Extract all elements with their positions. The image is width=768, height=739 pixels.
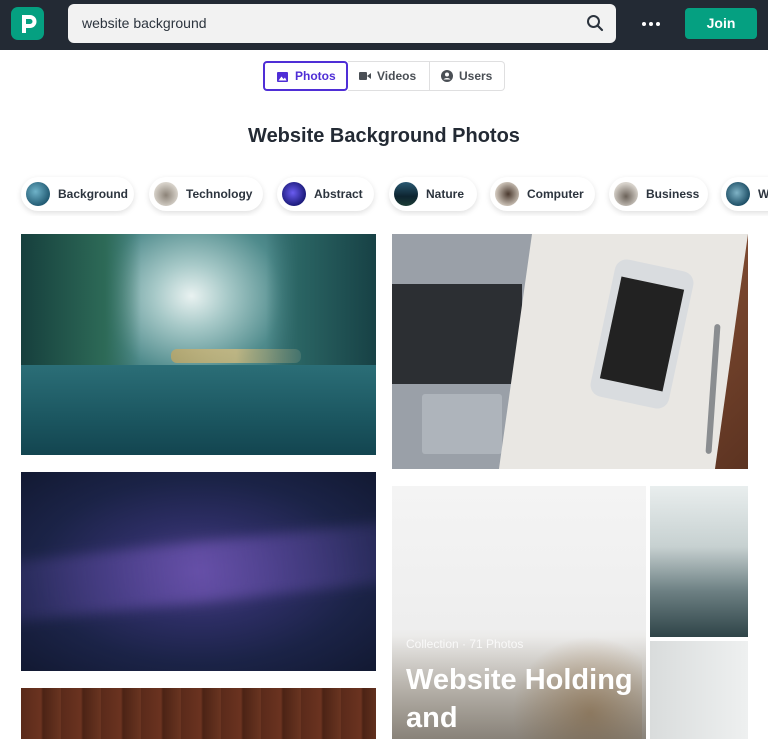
tab-label: Users (459, 69, 493, 83)
category-chip-computer[interactable]: Computer (490, 177, 595, 211)
category-label: Abstract (314, 187, 363, 201)
category-label: Computer (527, 187, 584, 201)
top-navigation-bar: website background Join (0, 0, 768, 50)
search-icon[interactable] (586, 14, 604, 32)
photo-laptop-phone-notebook[interactable] (392, 234, 748, 469)
category-thumbnail (726, 182, 750, 206)
related-categories: Background Technology Abstract Nature Co… (0, 174, 768, 216)
tab-videos[interactable]: Videos (348, 61, 430, 91)
category-chip-business[interactable]: Business (609, 177, 708, 211)
user-icon (441, 70, 453, 82)
category-label: Business (646, 187, 700, 201)
tab-photos[interactable]: Photos (263, 61, 348, 91)
collection-title: Website Holding and (406, 664, 633, 734)
logo[interactable] (11, 7, 44, 40)
tab-users[interactable]: Users (430, 61, 505, 91)
more-options-icon[interactable] (640, 13, 662, 35)
image-icon (277, 72, 288, 82)
category-thumbnail (282, 182, 306, 206)
photo-wood-planks[interactable] (21, 688, 376, 739)
photo-rainy-city-street[interactable] (21, 234, 376, 455)
category-label: W (758, 187, 768, 201)
category-thumbnail (394, 182, 418, 206)
tab-label: Videos (377, 69, 417, 83)
collection-thumbnail-building (650, 641, 748, 739)
category-label: Background (58, 187, 129, 201)
category-label: Technology (186, 187, 253, 201)
category-chip-background[interactable]: Background (21, 177, 134, 211)
collection-thumbnail-misty-forest (650, 486, 748, 637)
search-box[interactable]: website background (68, 4, 616, 43)
search-input[interactable]: website background (82, 15, 207, 31)
category-thumbnail (154, 182, 178, 206)
category-chip-partial[interactable]: W (721, 177, 768, 211)
video-icon (359, 72, 371, 80)
category-thumbnail (614, 182, 638, 206)
category-chip-technology[interactable]: Technology (149, 177, 263, 211)
join-button[interactable]: Join (685, 8, 757, 39)
category-chip-nature[interactable]: Nature (389, 177, 477, 211)
page-title: Website Background Photos (248, 125, 520, 147)
category-label: Nature (426, 187, 465, 201)
photo-starry-night-sky[interactable] (21, 472, 376, 671)
tab-label: Photos (295, 69, 336, 83)
collection-card[interactable]: Collection · 71 Photos Website Holding a… (392, 486, 748, 739)
logo-icon (22, 15, 37, 33)
category-thumbnail (26, 182, 50, 206)
category-chip-abstract[interactable]: Abstract (277, 177, 374, 211)
category-thumbnail (495, 182, 519, 206)
collection-meta: Collection · 71 Photos (406, 637, 524, 651)
